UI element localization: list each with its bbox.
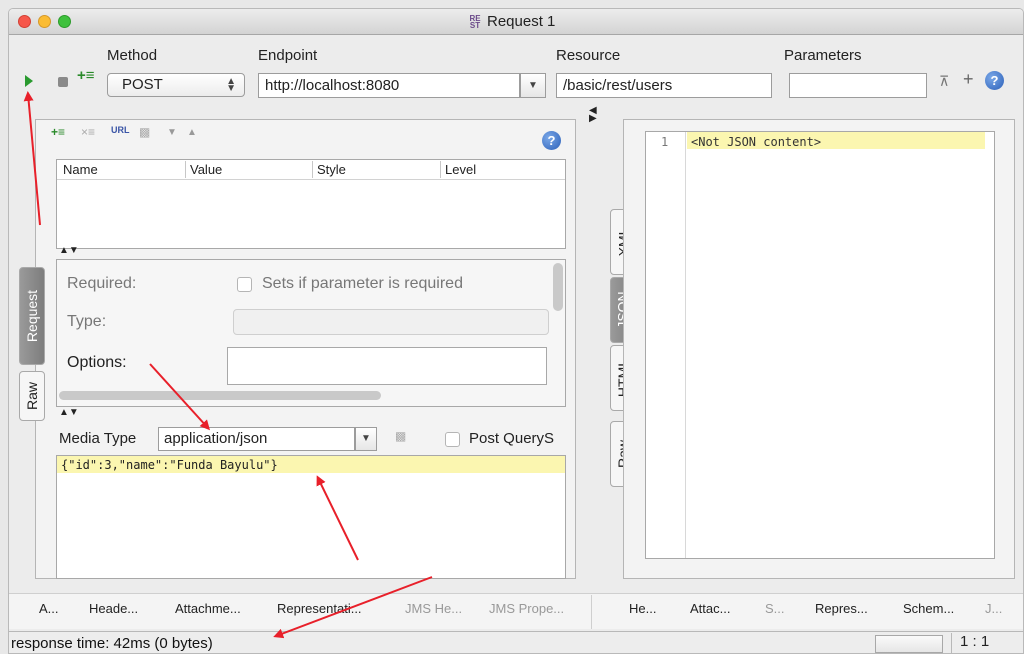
- request-body-text: {"id":3,"name":"Funda Bayulu"}: [61, 458, 278, 472]
- options-textarea[interactable]: [227, 347, 547, 385]
- tab-representations[interactable]: Representati...: [277, 601, 362, 616]
- parameters-sort-icon[interactable]: ⊼: [939, 73, 949, 90]
- add-parameter-icon[interactable]: +: [963, 69, 974, 90]
- endpoint-dropdown-button[interactable]: ▼: [520, 73, 546, 98]
- clear-param-icon[interactable]: ▩: [139, 125, 150, 139]
- tab-jms-headers[interactable]: JMS He...: [405, 601, 462, 616]
- vertical-scrollbar[interactable]: [553, 263, 563, 311]
- splitter-expand-icon[interactable]: ▲▼: [59, 245, 79, 256]
- add-param-icon[interactable]: +≡: [51, 125, 65, 139]
- method-value: POST: [122, 76, 163, 93]
- type-label: Type:: [67, 313, 107, 330]
- resource-input[interactable]: /basic/rest/users: [556, 73, 772, 98]
- run-icon[interactable]: [25, 75, 33, 87]
- response-content: <Not JSON content>: [691, 135, 822, 149]
- tab-raw-request[interactable]: Raw: [19, 371, 45, 421]
- help-icon[interactable]: ?: [985, 71, 1004, 90]
- tab-request[interactable]: Request: [19, 267, 45, 365]
- media-type-dropdown-button[interactable]: ▼: [355, 427, 377, 451]
- stop-icon[interactable]: [58, 77, 68, 87]
- tab-response-attachments[interactable]: Attac...: [690, 601, 730, 616]
- required-label: Required:: [67, 275, 137, 292]
- options-label: Options:: [67, 354, 127, 371]
- status-bar: response time: 42ms (0 bytes) 1 : 1: [9, 631, 1023, 653]
- tab-bar-divider: [591, 595, 592, 629]
- method-label: Method: [107, 47, 158, 64]
- recalc-icon[interactable]: ▩: [395, 429, 406, 443]
- resource-label: Resource: [556, 47, 621, 64]
- media-type-input[interactable]: application/json: [158, 427, 355, 451]
- zoom-window-button[interactable]: [58, 15, 71, 28]
- response-editor[interactable]: [645, 131, 995, 559]
- tab-auth[interactable]: A...: [39, 601, 59, 616]
- param-help-icon[interactable]: ?: [542, 131, 561, 150]
- minimize-window-button[interactable]: [38, 15, 51, 28]
- title-bar: RE ST Request 1: [9, 9, 1023, 35]
- line-gutter: [646, 132, 686, 558]
- endpoint-label: Endpoint: [258, 47, 318, 64]
- tab-attachments[interactable]: Attachme...: [175, 601, 241, 616]
- parameters-label: Parameters: [784, 47, 862, 64]
- rest-icon: RE ST: [469, 13, 481, 30]
- post-query-label: Post QueryS: [469, 430, 555, 447]
- column-style: Style: [317, 162, 346, 177]
- move-down-icon[interactable]: ▼: [167, 127, 177, 138]
- close-window-button[interactable]: [18, 15, 31, 28]
- add-method-icon[interactable]: +≡: [77, 67, 95, 84]
- tab-response-jms[interactable]: J...: [985, 601, 1002, 616]
- request-body-editor[interactable]: [56, 455, 566, 579]
- column-divider: [440, 161, 441, 178]
- table-header-divider: [57, 179, 565, 180]
- url-param-icon[interactable]: URL: [111, 125, 130, 135]
- tab-response-schema[interactable]: Schem...: [903, 601, 954, 616]
- move-up-icon[interactable]: ▲: [187, 127, 197, 138]
- column-divider: [312, 161, 313, 178]
- column-divider: [185, 161, 186, 178]
- tab-response-ssl[interactable]: S...: [765, 601, 785, 616]
- line-number: 1: [661, 135, 669, 149]
- column-level: Level: [445, 162, 477, 177]
- tab-response-representations[interactable]: Repres...: [815, 601, 868, 616]
- chevron-updown-icon: ▲ ▼: [226, 76, 236, 94]
- progress-indicator: [875, 635, 943, 653]
- request-window: RE ST Request 1 +≡ Method POST ▲ ▼ Endpoi…: [8, 8, 1024, 654]
- cursor-position: 1 : 1: [951, 633, 989, 653]
- column-value: Value: [190, 162, 223, 177]
- column-name: Name: [63, 162, 98, 177]
- remove-param-icon[interactable]: ×≡: [81, 125, 95, 139]
- response-time-text: response time: 42ms (0 bytes): [11, 635, 213, 652]
- required-checkbox[interactable]: [237, 277, 252, 292]
- tab-response-headers[interactable]: He...: [629, 601, 656, 616]
- endpoint-input[interactable]: http://localhost:8080: [258, 73, 520, 98]
- horizontal-scrollbar[interactable]: [59, 391, 381, 400]
- window-title-text: Request 1: [487, 13, 556, 30]
- post-query-checkbox[interactable]: [445, 432, 460, 447]
- parameters-input[interactable]: [789, 73, 927, 98]
- method-select[interactable]: POST ▲ ▼: [107, 73, 245, 97]
- required-checkbox-label: Sets if parameter is required: [262, 275, 463, 292]
- splitter-expand-icon[interactable]: ▲▼: [59, 407, 79, 418]
- splitter-arrows-icon[interactable]: ◀ ▶: [589, 106, 597, 124]
- params-table: [56, 159, 566, 249]
- tab-jms-properties[interactable]: JMS Prope...: [489, 601, 564, 616]
- media-type-label: Media Type: [59, 430, 137, 447]
- window-title: RE ST Request 1: [469, 13, 555, 30]
- type-select[interactable]: [233, 309, 549, 335]
- tab-headers[interactable]: Heade...: [89, 601, 138, 616]
